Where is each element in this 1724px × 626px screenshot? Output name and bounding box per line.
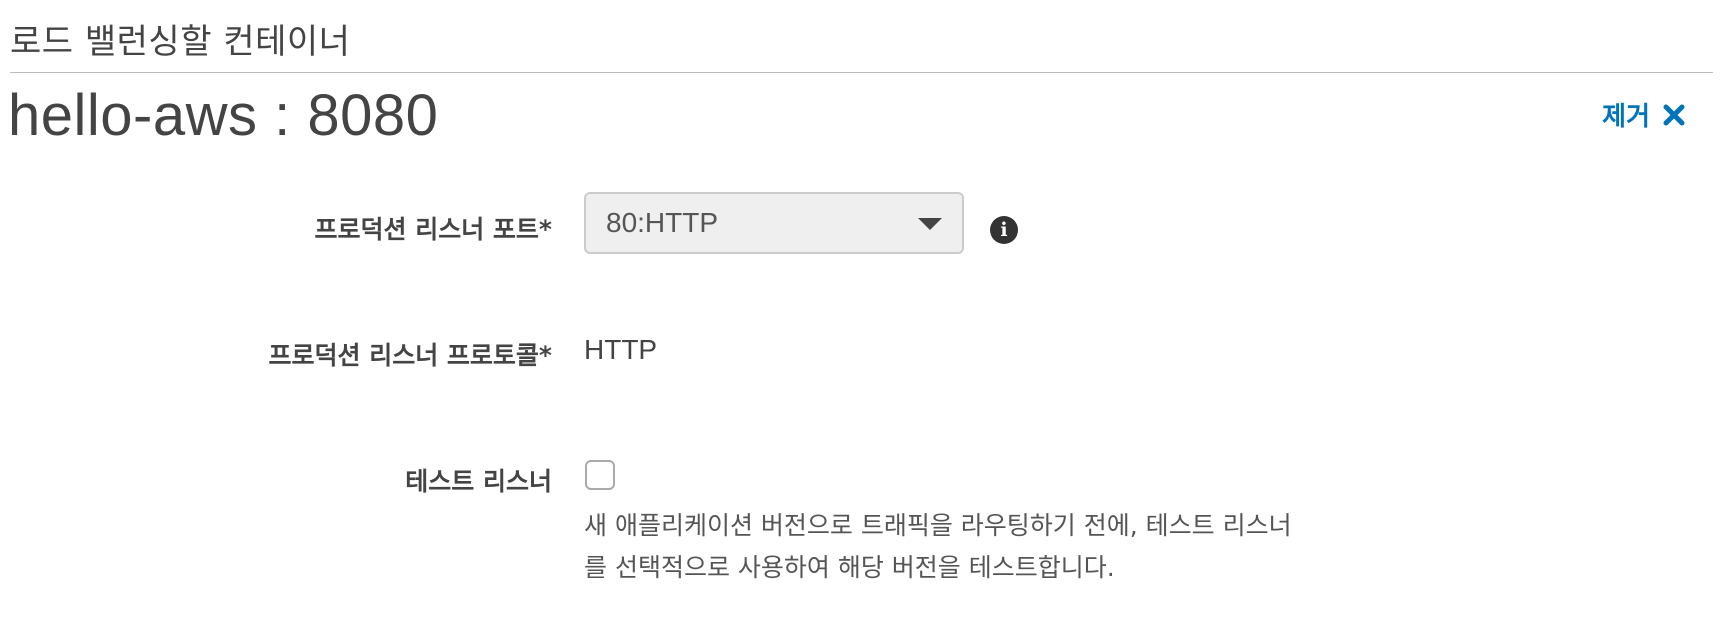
section-divider <box>10 72 1713 73</box>
test-listener-help-line2: 를 선택적으로 사용하여 해당 버전을 테스트합니다. <box>584 553 1115 582</box>
chevron-down-icon <box>918 218 942 230</box>
test-listener-label: 테스트 리스너 <box>405 467 552 496</box>
protocol-value: HTTP <box>584 334 658 365</box>
test-listener-help: 새 애플리케이션 버전으로 트래픽을 라우팅하기 전에, 테스트 리스너 를 선… <box>584 505 1344 589</box>
test-listener-help-line1: 새 애플리케이션 버전으로 트래픽을 라우팅하기 전에, 테스트 리스너 <box>584 511 1292 540</box>
protocol-label: 프로덕션 리스너 프로토콜* <box>268 341 552 370</box>
info-icon[interactable]: i <box>990 216 1018 244</box>
remove-button[interactable]: 제거 <box>1602 96 1686 133</box>
port-select-value: 80:HTTP <box>606 207 719 238</box>
close-icon <box>1662 103 1686 127</box>
container-name: hello-aws : 8080 <box>8 83 439 148</box>
port-label: 프로덕션 리스너 포트* <box>314 215 552 244</box>
section-title: 로드 밸런싱할 컨테이너 <box>10 22 351 62</box>
port-select[interactable]: 80:HTTP <box>584 192 964 254</box>
test-listener-checkbox[interactable] <box>585 460 615 490</box>
remove-label: 제거 <box>1602 102 1650 132</box>
